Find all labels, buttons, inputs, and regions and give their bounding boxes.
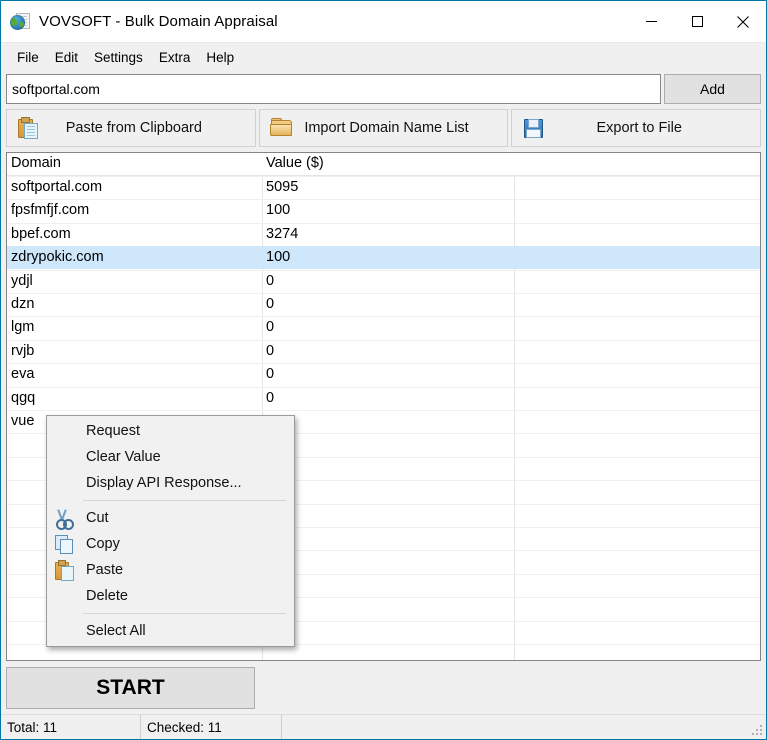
table-row[interactable]: dzn 0 bbox=[7, 293, 760, 316]
menu-bar: File Edit Settings Extra Help bbox=[1, 43, 766, 72]
table-row[interactable]: bpef.com 3274 bbox=[7, 223, 760, 246]
cell-value: 5095 bbox=[266, 179, 299, 195]
maximize-button[interactable] bbox=[674, 1, 720, 42]
table-row[interactable]: fpsfmfjf.com 100 bbox=[7, 199, 760, 222]
cell-value: 0 bbox=[266, 319, 275, 336]
cell-domain: dzn bbox=[11, 296, 35, 312]
title-bar: VOVSOFT - Bulk Domain Appraisal bbox=[1, 1, 766, 43]
cell-domain: softportal.com bbox=[11, 179, 103, 195]
folder-open-icon bbox=[269, 117, 292, 139]
toolbar: Paste from Clipboard Import Domain Name … bbox=[6, 109, 762, 147]
no-icon bbox=[47, 447, 83, 467]
context-menu-item-display-api-response[interactable]: Display API Response... bbox=[47, 470, 294, 496]
globe-documents-icon bbox=[10, 12, 30, 32]
status-extra bbox=[282, 715, 766, 739]
column-header-value[interactable]: Value ($) bbox=[266, 155, 324, 171]
start-button[interactable]: START bbox=[6, 667, 255, 709]
cell-value: 3274 bbox=[266, 225, 299, 242]
cell-domain: ydjl bbox=[11, 272, 33, 289]
table-row[interactable]: lgm 0 bbox=[7, 316, 760, 339]
window-controls bbox=[628, 1, 766, 42]
context-menu-item-cut[interactable]: Cut bbox=[47, 505, 294, 531]
clipboard-paste-icon bbox=[47, 560, 83, 581]
cell-value: 0 bbox=[266, 296, 275, 312]
copy-icon bbox=[47, 534, 83, 554]
cell-value: 0 bbox=[266, 272, 275, 289]
domain-list[interactable]: Domain Value ($) softportal.com 5095 fpsfm… bbox=[6, 152, 761, 661]
cell-domain: rvjb bbox=[11, 342, 35, 359]
table-row[interactable]: qgq 0 bbox=[7, 387, 760, 410]
context-menu-separator bbox=[83, 613, 286, 614]
context-menu-label: Cut bbox=[86, 510, 109, 526]
paste-from-clipboard-label: Paste from Clipboard bbox=[65, 120, 202, 136]
cell-value: 0 bbox=[266, 342, 275, 359]
context-menu[interactable]: Request Clear Value Display API Response… bbox=[46, 415, 295, 647]
close-button[interactable] bbox=[720, 1, 766, 42]
context-menu-label: Request bbox=[86, 423, 141, 439]
context-menu-item-paste[interactable]: Paste bbox=[47, 557, 294, 583]
import-domain-name-list-label: Import Domain Name List bbox=[304, 120, 469, 136]
context-menu-separator bbox=[83, 500, 286, 501]
cell-value: 0 bbox=[266, 366, 275, 383]
cell-domain: vue bbox=[11, 413, 35, 429]
menu-help[interactable]: Help bbox=[198, 46, 242, 69]
import-domain-name-list-button[interactable]: Import Domain Name List bbox=[258, 109, 509, 147]
column-header-domain[interactable]: Domain bbox=[11, 155, 61, 171]
context-menu-item-request[interactable]: Request bbox=[47, 418, 294, 444]
menu-extra[interactable]: Extra bbox=[151, 46, 199, 69]
cell-domain: fpsfmfjf.com bbox=[11, 202, 90, 219]
context-menu-item-select-all[interactable]: Select All bbox=[47, 618, 294, 644]
menu-file[interactable]: File bbox=[9, 46, 47, 69]
export-to-file-label: Export to File bbox=[596, 120, 682, 136]
table-row[interactable]: eva 0 bbox=[7, 363, 760, 386]
main-window: VOVSOFT - Bulk Domain Appraisal File Edi… bbox=[0, 0, 767, 740]
cell-domain: qgq bbox=[11, 389, 36, 406]
context-menu-item-delete[interactable]: Delete bbox=[47, 583, 294, 609]
context-menu-label: Display API Response... bbox=[86, 475, 242, 491]
table-row[interactable]: ydjl 0 bbox=[7, 270, 760, 293]
status-total: Total: 11 bbox=[1, 715, 141, 739]
floppy-save-icon bbox=[522, 117, 544, 139]
context-menu-item-copy[interactable]: Copy bbox=[47, 531, 294, 557]
status-bar: Total: 11 Checked: 11 bbox=[1, 714, 766, 739]
status-checked: Checked: 11 bbox=[141, 715, 282, 739]
no-icon bbox=[47, 473, 83, 493]
cell-value: 100 bbox=[266, 249, 291, 266]
no-icon bbox=[47, 621, 83, 641]
add-button[interactable]: Add bbox=[664, 74, 761, 104]
context-menu-label: Clear Value bbox=[86, 449, 161, 465]
resize-grip-icon[interactable] bbox=[751, 724, 763, 736]
export-to-file-button[interactable]: Export to File bbox=[511, 109, 762, 147]
context-menu-label: Copy bbox=[86, 536, 120, 552]
no-icon bbox=[47, 421, 83, 441]
context-menu-label: Delete bbox=[86, 588, 128, 604]
minimize-button[interactable] bbox=[628, 1, 674, 42]
cell-value: 100 bbox=[266, 202, 291, 219]
scissors-icon bbox=[47, 508, 83, 530]
action-row: START bbox=[6, 667, 761, 709]
menu-edit[interactable]: Edit bbox=[47, 46, 86, 69]
table-row[interactable]: rvjb 0 bbox=[7, 340, 760, 363]
table-row[interactable]: softportal.com 5095 bbox=[7, 176, 760, 199]
window-title: VOVSOFT - Bulk Domain Appraisal bbox=[39, 13, 278, 30]
context-menu-label: Paste bbox=[86, 562, 124, 578]
cell-domain: bpef.com bbox=[11, 225, 71, 242]
cell-value: 0 bbox=[266, 389, 275, 406]
clipboard-paste-icon bbox=[17, 117, 39, 139]
no-icon bbox=[47, 586, 83, 606]
context-menu-item-clear-value[interactable]: Clear Value bbox=[47, 444, 294, 470]
menu-settings[interactable]: Settings bbox=[86, 46, 151, 69]
domain-input[interactable] bbox=[6, 74, 661, 104]
cell-domain: zdrypokic.com bbox=[11, 249, 104, 266]
list-header: Domain Value ($) bbox=[7, 153, 760, 176]
context-menu-label: Select All bbox=[86, 623, 146, 639]
cell-domain: eva bbox=[11, 366, 35, 383]
table-row[interactable]: zdrypokic.com 100 bbox=[7, 246, 760, 270]
domain-entry-row: Add bbox=[6, 74, 761, 104]
cell-domain: lgm bbox=[11, 319, 35, 336]
paste-from-clipboard-button[interactable]: Paste from Clipboard bbox=[6, 109, 256, 147]
